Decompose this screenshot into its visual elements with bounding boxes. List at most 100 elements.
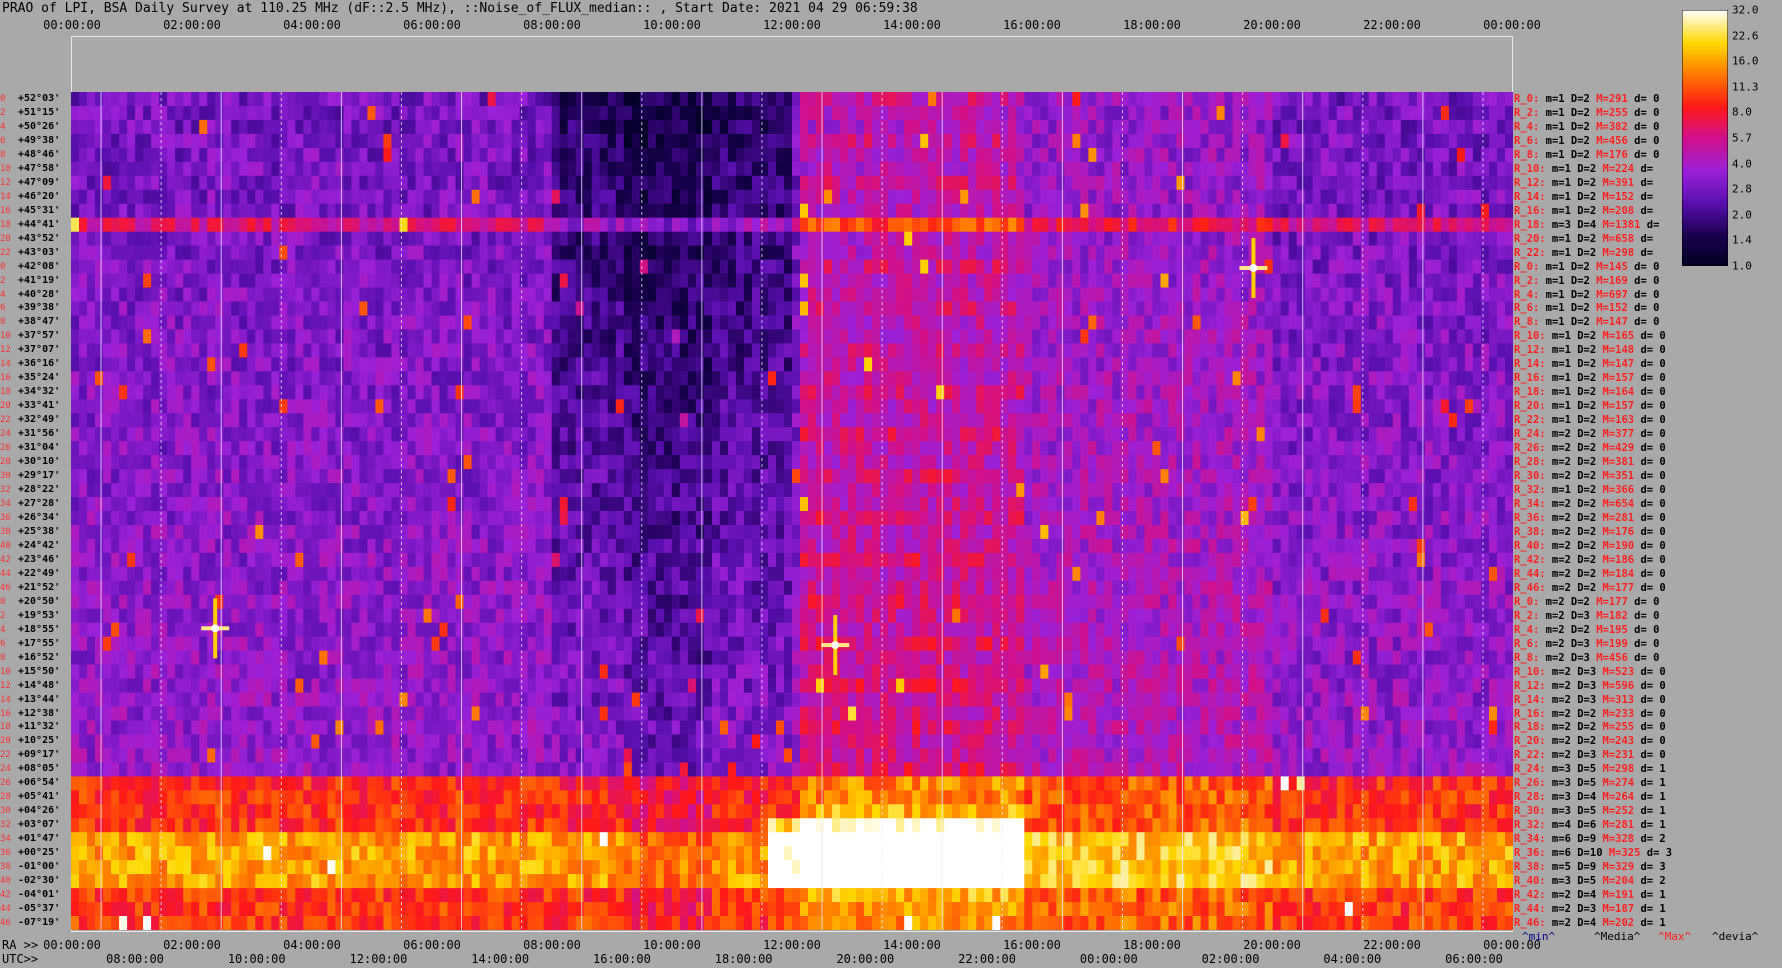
heatmap-cell — [639, 287, 649, 303]
heatmap-cell — [1104, 161, 1113, 177]
heatmap-cell — [335, 441, 344, 456]
heatmap-cell — [1304, 231, 1314, 247]
heatmap-cell — [1344, 301, 1354, 317]
heatmap-cell — [1160, 217, 1170, 233]
heatmap-cell — [327, 231, 336, 247]
heatmap-cell — [207, 217, 216, 233]
heatmap-cell — [575, 92, 585, 107]
heatmap-cell — [231, 301, 240, 317]
heatmap-cell — [615, 413, 625, 428]
heatmap-cell — [1128, 217, 1138, 233]
heatmap-cell — [800, 231, 809, 247]
heatmap-cell — [591, 133, 601, 149]
heatmap-cell — [816, 469, 825, 484]
heatmap-cell — [1192, 455, 1202, 470]
heatmap-cell — [319, 287, 328, 303]
heatmap-cell — [840, 92, 849, 107]
heatmap-cell — [1112, 259, 1121, 275]
heatmap-cell — [856, 189, 865, 205]
heatmap-cell — [1408, 161, 1418, 177]
heatmap-plot[interactable] — [71, 92, 1513, 930]
heatmap-cell — [663, 399, 673, 414]
heatmap-cell — [119, 287, 128, 303]
heatmap-cell — [1248, 161, 1258, 177]
heatmap-cell — [1296, 189, 1306, 205]
heatmap-cell — [928, 161, 937, 177]
heatmap-cell — [95, 287, 104, 303]
heatmap-cell — [776, 287, 785, 303]
heatmap-cell — [391, 329, 400, 344]
heatmap-cell — [1160, 413, 1170, 428]
heatmap-cell — [1448, 231, 1458, 247]
heatmap-cell — [727, 441, 737, 456]
heatmap-cell — [623, 413, 633, 428]
heatmap-cell — [239, 371, 248, 386]
heatmap-cell — [479, 259, 489, 275]
heatmap-cell — [343, 273, 352, 289]
heatmap-cell — [904, 147, 913, 163]
heatmap-cell — [423, 343, 433, 358]
heatmap-cell — [367, 106, 376, 121]
heatmap-cell — [631, 106, 641, 121]
heatmap-cell — [615, 259, 625, 275]
heatmap-cell — [127, 301, 136, 317]
heatmap-cell — [1096, 217, 1105, 233]
heatmap-cell — [992, 106, 1001, 121]
heatmap-cell — [151, 161, 160, 177]
heatmap-cell — [792, 371, 801, 386]
heatmap-cell — [1008, 427, 1017, 442]
heatmap-cell — [792, 413, 801, 428]
heatmap-cell — [711, 175, 721, 191]
heatmap-cell — [760, 161, 769, 177]
heatmap-cell — [1256, 399, 1266, 414]
heatmap-cell — [111, 357, 120, 372]
heatmap-cell — [183, 245, 192, 261]
heatmap-cell — [607, 119, 617, 135]
heatmap-cell — [952, 385, 961, 400]
heatmap-cell — [679, 385, 689, 400]
heatmap-cell — [103, 106, 112, 121]
heatmap-cell — [1064, 217, 1073, 233]
top-time-axis: 00:00:00 02:00:00 04:00:00 06:00:00 08:00:00… — [0, 18, 1782, 34]
heatmap-cell — [399, 273, 409, 289]
heatmap-cell — [463, 399, 473, 414]
heatmap-cell — [423, 399, 433, 414]
heatmap-cell — [111, 161, 120, 177]
heatmap-cell — [1481, 161, 1490, 177]
heatmap-cell — [1472, 287, 1482, 303]
heatmap-cell — [1216, 441, 1226, 456]
heatmap-cell — [471, 92, 481, 107]
heatmap-cell — [455, 301, 465, 317]
heatmap-cell — [1128, 427, 1138, 442]
heatmap-cell — [543, 106, 553, 121]
heatmap-cell — [711, 133, 721, 149]
heatmap-cell — [327, 469, 336, 484]
heatmap-cell — [671, 175, 681, 191]
heatmap-cell — [808, 119, 817, 135]
heatmap-cell — [1208, 315, 1218, 331]
heatmap-cell — [663, 301, 673, 317]
heatmap-cell — [784, 175, 793, 191]
heatmap-cell — [167, 119, 176, 135]
heatmap-cell — [848, 399, 857, 414]
heatmap-cell — [503, 92, 513, 107]
heatmap-cell — [984, 455, 993, 470]
heatmap-cell — [1240, 203, 1250, 219]
heatmap-cell — [784, 343, 793, 358]
heatmap-cell — [567, 231, 577, 247]
heatmap-cell — [1040, 287, 1049, 303]
heatmap-cell — [760, 175, 769, 191]
heatmap-cell — [896, 217, 905, 233]
heatmap-cell — [111, 245, 120, 261]
heatmap-cell — [1384, 231, 1394, 247]
heatmap-cell — [567, 92, 577, 107]
heatmap-cell — [1296, 259, 1306, 275]
heatmap-cell — [1312, 455, 1322, 470]
heatmap-cell — [1000, 92, 1009, 107]
heatmap-cell — [1224, 175, 1234, 191]
heatmap-cell — [735, 161, 745, 177]
heatmap-cell — [1200, 357, 1210, 372]
heatmap-cell — [896, 441, 905, 456]
heatmap-cell — [311, 385, 320, 400]
heatmap-cell — [407, 231, 417, 247]
